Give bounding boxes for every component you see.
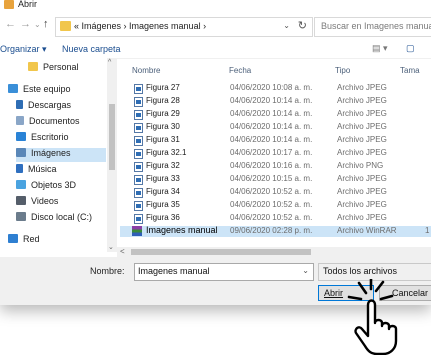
app-icon bbox=[4, 0, 14, 9]
search-input[interactable]: Buscar en Imagenes manual bbox=[314, 17, 431, 37]
file-row[interactable]: Figura 32.1 04/06/2020 10:17 a. m. Archivo… bbox=[120, 148, 431, 159]
image-file-icon bbox=[134, 84, 143, 94]
scrollbar-thumb[interactable] bbox=[109, 104, 115, 170]
image-file-icon bbox=[134, 201, 143, 211]
window-title: Abrir bbox=[18, 0, 38, 9]
horizontal-scrollbar[interactable]: < bbox=[117, 247, 431, 257]
file-row[interactable]: Figura 34 04/06/2020 10:52 a. m. Archivo J… bbox=[120, 187, 431, 198]
file-row[interactable]: Figura 31 04/06/2020 10:14 a. m. Archivo J… bbox=[120, 135, 431, 146]
image-file-icon bbox=[134, 97, 143, 107]
file-row[interactable]: Figura 32 04/06/2020 10:16 a. m. Archivo P… bbox=[120, 161, 431, 172]
view-options-icon[interactable]: ▤ ▾ bbox=[372, 43, 388, 54]
music-icon bbox=[16, 164, 23, 173]
image-file-icon bbox=[134, 175, 143, 185]
file-name-input[interactable]: Imagenes manual ⌄ bbox=[134, 263, 314, 281]
image-file-icon bbox=[134, 123, 143, 133]
scroll-left-icon[interactable]: < bbox=[120, 247, 125, 256]
file-name-label: Nombre: bbox=[90, 266, 125, 276]
preview-pane-icon[interactable]: ▢ bbox=[406, 43, 415, 54]
file-row-selected[interactable]: Imagenes manual 09/06/2020 02:28 p. m. Arc… bbox=[120, 225, 431, 237]
documents-icon bbox=[16, 116, 24, 125]
refresh-icon[interactable]: ↻ bbox=[298, 19, 307, 32]
file-row[interactable]: Figura 30 04/06/2020 10:14 a. m. Archivo J… bbox=[120, 122, 431, 133]
address-row: ← → ⌄ ↑ « Imágenes › Imagenes manual › ⌄… bbox=[0, 14, 431, 38]
sidebar-item-este-equipo[interactable]: Este equipo bbox=[8, 84, 110, 98]
download-icon bbox=[16, 100, 23, 109]
network-icon bbox=[8, 234, 18, 243]
video-icon bbox=[16, 196, 26, 205]
sidebar-item-documentos[interactable]: Documentos bbox=[16, 116, 106, 130]
column-header-type[interactable]: Tipo bbox=[335, 66, 350, 75]
forward-arrow-icon[interactable]: → bbox=[20, 18, 31, 30]
folder-icon bbox=[28, 62, 38, 71]
navigation-scrollbar[interactable]: ^ ⌄ bbox=[107, 58, 117, 252]
file-row[interactable]: Figura 29 04/06/2020 10:14 a. m. Archivo J… bbox=[120, 109, 431, 120]
scroll-up-icon[interactable]: ^ bbox=[108, 59, 111, 66]
new-folder-button[interactable]: Nueva carpeta bbox=[62, 44, 121, 54]
sidebar-item-musica[interactable]: Música bbox=[16, 164, 106, 178]
folder-icon bbox=[60, 21, 71, 31]
command-bar: Organizar ▾ Nueva carpeta ▤ ▾ ▢ bbox=[0, 40, 431, 59]
sidebar-item-imagenes[interactable]: Imágenes bbox=[16, 148, 106, 162]
title-bar: Abrir bbox=[0, 0, 431, 12]
sidebar-item-descargas[interactable]: Descargas bbox=[16, 100, 106, 114]
column-header-size[interactable]: Tama bbox=[400, 66, 420, 75]
file-list: Nombre Fecha Tipo Tama Figura 27 04/06/20… bbox=[117, 58, 431, 248]
sidebar-item-disco-local[interactable]: Disco local (C:) bbox=[16, 212, 106, 226]
cube-icon bbox=[16, 180, 26, 189]
image-file-icon bbox=[134, 188, 143, 198]
chevron-down-icon[interactable]: ⌄ bbox=[302, 266, 309, 275]
pictures-icon bbox=[16, 148, 26, 157]
file-row[interactable]: Figura 33 04/06/2020 10:15 a. m. Archivo J… bbox=[120, 174, 431, 185]
desktop-icon bbox=[16, 132, 26, 141]
sidebar-item-red[interactable]: Red bbox=[8, 234, 110, 248]
up-arrow-icon[interactable]: ↑ bbox=[43, 18, 49, 30]
file-row[interactable]: Figura 36 04/06/2020 10:52 a. m. Archivo J… bbox=[120, 213, 431, 224]
breadcrumb[interactable]: « Imágenes › Imagenes manual › bbox=[74, 21, 206, 31]
image-file-icon bbox=[134, 214, 143, 224]
scrollbar-thumb[interactable] bbox=[131, 249, 311, 255]
navigation-pane: Personal Este equipo Descargas Documento… bbox=[0, 58, 117, 246]
organize-button[interactable]: Organizar ▾ bbox=[0, 44, 47, 55]
open-file-dialog: Abrir ← → ⌄ ↑ « Imágenes › Imagenes manu… bbox=[0, 0, 431, 305]
file-row[interactable]: Figura 28 04/06/2020 10:14 a. m. Archivo J… bbox=[120, 96, 431, 107]
image-file-icon bbox=[134, 162, 143, 172]
sidebar-item-videos[interactable]: Videos bbox=[16, 196, 106, 210]
file-row[interactable]: Figura 35 04/06/2020 10:52 a. m. Archivo J… bbox=[120, 200, 431, 211]
file-row[interactable]: Figura 27 04/06/2020 10:08 a. m. Archivo J… bbox=[120, 83, 431, 94]
back-arrow-icon[interactable]: ← bbox=[5, 18, 16, 30]
search-placeholder: Buscar en Imagenes manual bbox=[321, 21, 431, 31]
address-dropdown-icon[interactable]: ⌄ bbox=[283, 21, 290, 30]
sidebar-item-objetos-3d[interactable]: Objetos 3D bbox=[16, 180, 106, 194]
hand-pointer-icon bbox=[347, 279, 398, 355]
image-file-icon bbox=[134, 136, 143, 146]
recent-locations-icon[interactable]: ⌄ bbox=[34, 20, 41, 29]
scroll-down-icon[interactable]: ⌄ bbox=[108, 243, 114, 251]
image-file-icon bbox=[134, 110, 143, 120]
winrar-archive-icon bbox=[132, 226, 142, 236]
open-button-label: Abrir bbox=[324, 288, 344, 298]
drive-icon bbox=[16, 212, 26, 221]
column-header-date[interactable]: Fecha bbox=[229, 66, 251, 75]
image-file-icon bbox=[134, 149, 143, 159]
file-name-value: Imagenes manual bbox=[138, 266, 210, 276]
computer-icon bbox=[8, 84, 18, 93]
sidebar-item-escritorio[interactable]: Escritorio bbox=[16, 132, 106, 146]
file-type-value: Todos los archivos bbox=[323, 266, 398, 276]
column-header-name[interactable]: Nombre bbox=[132, 66, 160, 75]
address-bar[interactable]: « Imágenes › Imagenes manual › ⌄ ↻ bbox=[55, 17, 313, 37]
